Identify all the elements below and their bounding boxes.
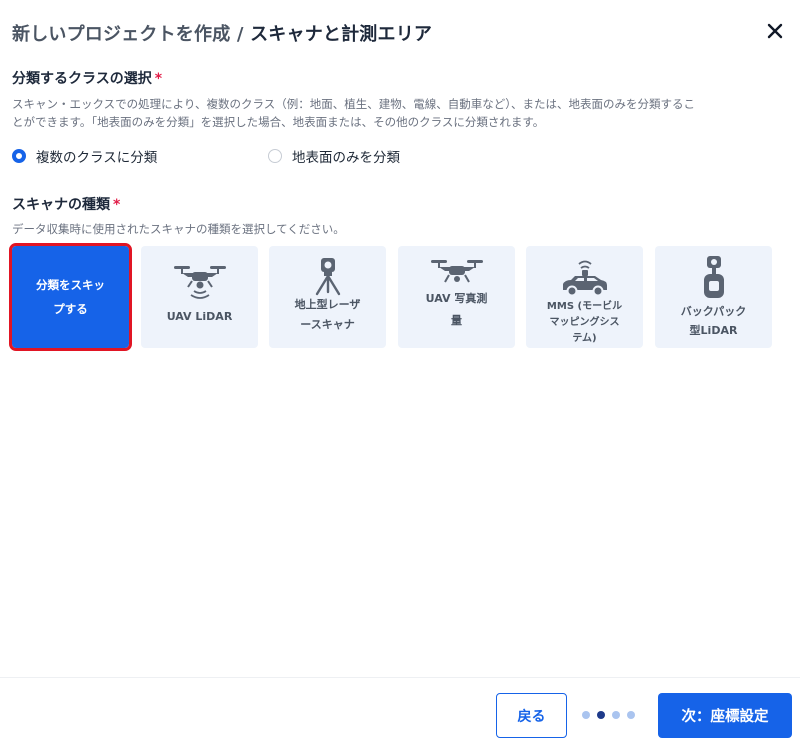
card-label-line2: 量	[451, 314, 462, 327]
card-label-line1: 地上型レーザ	[294, 298, 361, 311]
required-mark: *	[113, 197, 121, 213]
step-dot	[612, 711, 620, 719]
card-label-line1: UAV LiDAR	[166, 310, 233, 323]
scanner-card-terrestrial-laser[interactable]: 地上型レーザ ースキャナ	[269, 246, 386, 348]
scanner-card-skip-classification[interactable]: 分類をスキッ プする	[9, 243, 132, 351]
backpack-scanner-icon	[703, 256, 724, 298]
card-label-line2: マッピングシス	[549, 317, 620, 328]
tripod-scanner-icon	[315, 258, 340, 296]
step-indicator	[582, 710, 635, 720]
drone-icon	[430, 260, 483, 283]
back-button[interactable]: 戻る	[496, 693, 567, 738]
required-mark: *	[154, 71, 163, 87]
radio-ground-only[interactable]: 地表面のみを分類	[268, 146, 400, 166]
classification-description: スキャン・エックスでの処理により、複数のクラス（例：地面、植生、建物、電線、自動…	[12, 95, 788, 131]
radio-multiple-classes[interactable]: 複数のクラスに分類	[12, 146, 157, 166]
card-label-line1: バックパック	[680, 305, 747, 318]
step-dot	[582, 711, 590, 719]
radio-label: 複数のクラスに分類	[36, 150, 158, 166]
classification-description-line1: スキャン・エックスでの処理により、複数のクラス（例：地面、植生、建物、電線、自動…	[12, 97, 695, 111]
classification-label: 分類するクラスの選択 *	[12, 68, 162, 88]
scanner-type-label: スキャナの種類 *	[12, 194, 120, 214]
step-dot-current	[597, 711, 605, 719]
scanner-description: データ収集時に使用されたスキャナの種類を選択してください。	[12, 222, 345, 236]
dialog-header: 新しいプロジェクトを作成 / スキャナと計測エリア	[12, 18, 788, 46]
dialog-title: 新しいプロジェクトを作成 / スキャナと計測エリア	[12, 20, 432, 46]
close-button[interactable]	[762, 18, 788, 44]
radio-selected-indicator	[12, 149, 26, 163]
step-dot	[627, 711, 635, 719]
close-icon	[767, 23, 783, 39]
classification-options: 複数のクラスに分類 地表面のみを分類	[12, 146, 788, 166]
scanner-card-mms[interactable]: MMS (モービル マッピングシス テム)	[526, 246, 643, 348]
footer-divider	[0, 677, 800, 678]
classification-description-line2: とができます。「地表面のみを分類」を選択した場合、地表面または、その他のクラスに…	[12, 115, 545, 129]
card-label-line1: 分類をスキッ	[36, 278, 105, 292]
radio-label: 地表面のみを分類	[292, 150, 400, 166]
radio-unselected-indicator	[268, 149, 282, 163]
card-label-line3: テム)	[572, 333, 597, 344]
dialog-title-main: スキャナと計測エリア	[250, 24, 433, 45]
scanner-type-label-text: スキャナの種類	[12, 197, 110, 213]
card-label-line1: MMS (モービル	[546, 301, 623, 312]
card-label-line2: プする	[53, 302, 88, 316]
card-label-line1: UAV 写真測	[425, 292, 488, 305]
drone-lidar-icon	[173, 266, 226, 299]
dialog-title-prefix: 新しいプロジェクトを作成 /	[12, 24, 251, 45]
card-label-line2: ースキャナ	[300, 318, 355, 331]
scanner-card-backpack-lidar[interactable]: バックパック 型LiDAR	[655, 246, 772, 348]
car-scanner-icon	[562, 260, 607, 297]
scanner-card-uav-lidar[interactable]: UAV LiDAR	[141, 246, 258, 348]
scanner-type-cards: 分類をスキッ プする UAV LiDAR 地上型レーザ ースキャナ UAV 写真…	[9, 243, 788, 351]
card-label-line2: 型LiDAR	[689, 324, 738, 337]
classification-label-text: 分類するクラスの選択	[12, 71, 152, 87]
scanner-card-uav-photogrammetry[interactable]: UAV 写真測 量	[398, 246, 515, 348]
next-button[interactable]: 次：座標設定	[658, 693, 792, 738]
